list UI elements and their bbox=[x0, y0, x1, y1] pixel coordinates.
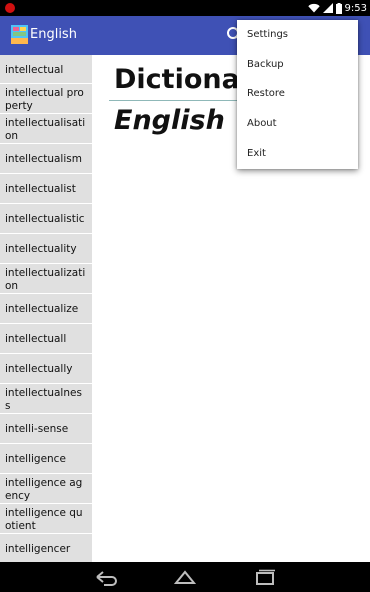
app-title: English bbox=[30, 27, 77, 42]
word-list-item[interactable]: intellectual bbox=[0, 55, 92, 84]
word-list-item[interactable]: intellectual property bbox=[0, 84, 92, 114]
word-list-item-label: intelligence agency bbox=[5, 477, 83, 502]
battery-icon bbox=[335, 2, 342, 14]
signal-icon bbox=[322, 3, 333, 13]
word-list-item[interactable]: intellectuall bbox=[0, 324, 92, 354]
menu-item-backup[interactable]: Backup bbox=[237, 50, 358, 80]
word-list-item[interactable]: intelligence quotient bbox=[0, 504, 92, 534]
recording-icon bbox=[5, 3, 15, 13]
status-time: 9:53 bbox=[344, 2, 367, 14]
status-bar: 9:53 bbox=[0, 0, 370, 16]
word-list-item[interactable]: intellectualisation bbox=[0, 114, 92, 144]
word-list-item-label: intellectual bbox=[5, 63, 64, 76]
word-list-item-label: intellectualism bbox=[5, 153, 82, 166]
word-list-item-label: intellectually bbox=[5, 363, 73, 376]
word-list-item-label: intellectuall bbox=[5, 333, 67, 346]
wifi-icon bbox=[307, 3, 320, 13]
menu-item-settings[interactable]: Settings bbox=[237, 20, 358, 50]
word-list-item[interactable]: intelligencer bbox=[0, 534, 92, 562]
word-list-item[interactable]: intelligence bbox=[0, 444, 92, 474]
app-logo-icon[interactable] bbox=[11, 25, 28, 44]
back-icon[interactable] bbox=[94, 568, 118, 586]
word-list-item[interactable]: intellectually bbox=[0, 354, 92, 384]
word-list-item-label: intellectualness bbox=[5, 387, 82, 412]
word-list-item-label: intellectualistic bbox=[5, 213, 85, 226]
word-list-item-label: intelligence quotient bbox=[5, 507, 83, 532]
word-list[interactable]: intellectual intellectual property intelle… bbox=[0, 55, 92, 562]
word-list-item-label: intellectualisation bbox=[5, 117, 86, 142]
menu-item-exit[interactable]: Exit bbox=[237, 138, 358, 168]
status-icons: 9:53 bbox=[307, 1, 367, 15]
word-list-item[interactable]: intellectualistic bbox=[0, 204, 92, 234]
home-icon[interactable] bbox=[173, 568, 197, 586]
word-list-item[interactable]: intellectuality bbox=[0, 234, 92, 264]
menu-item-about[interactable]: About bbox=[237, 109, 358, 139]
word-list-item-label: intellectual property bbox=[5, 87, 84, 112]
navigation-bar bbox=[0, 562, 370, 592]
word-list-item[interactable]: intellectualize bbox=[0, 294, 92, 324]
word-list-item[interactable]: intelli-sense bbox=[0, 414, 92, 444]
word-list-item-label: intellectualist bbox=[5, 183, 76, 196]
word-list-item-label: intelligence bbox=[5, 453, 66, 466]
word-list-item-label: intellectualization bbox=[5, 267, 86, 292]
word-list-item[interactable]: intelligence agency bbox=[0, 474, 92, 504]
word-list-item[interactable]: intellectualist bbox=[0, 174, 92, 204]
word-list-item[interactable]: intellectualization bbox=[0, 264, 92, 294]
word-list-item-label: intelli-sense bbox=[5, 423, 69, 436]
word-list-item[interactable]: intellectualism bbox=[0, 144, 92, 174]
overflow-menu: Settings Backup Restore About Exit bbox=[237, 20, 358, 169]
word-list-item[interactable]: intellectualness bbox=[0, 384, 92, 414]
word-list-item-label: intellectualize bbox=[5, 303, 79, 316]
screen: 9:53 English intellectual intellectual pr… bbox=[0, 0, 370, 592]
menu-item-restore[interactable]: Restore bbox=[237, 79, 358, 109]
word-list-item-label: intelligencer bbox=[5, 543, 71, 556]
language-subtitle: English bbox=[114, 105, 225, 136]
word-list-item-label: intellectuality bbox=[5, 243, 77, 256]
recents-icon[interactable] bbox=[253, 568, 277, 586]
